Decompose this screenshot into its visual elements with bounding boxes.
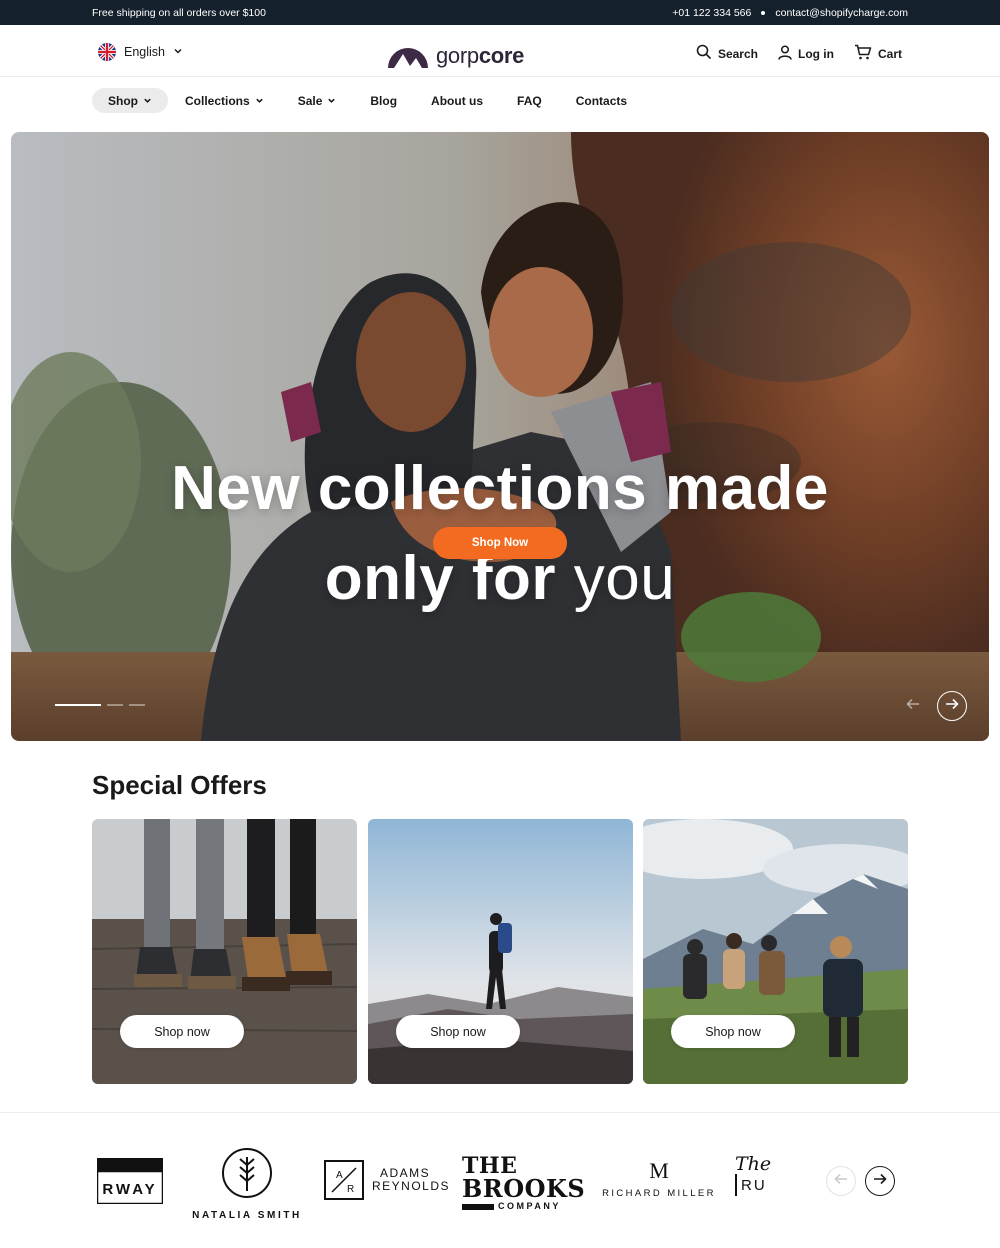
nav-item-label: Sale	[297, 93, 323, 108]
login-button[interactable]: Log in	[778, 44, 834, 63]
offer-card-hiker[interactable]: Shop now	[368, 819, 633, 1084]
brand-monogram: M	[649, 1158, 669, 1183]
contact-info: +01 122 334 566 contact@shopifycharge.co…	[672, 7, 908, 19]
brand-name-line: RU	[741, 1176, 767, 1194]
slide-indicator-1[interactable]	[55, 704, 101, 706]
uk-flag-icon	[98, 43, 116, 61]
nav-item-blog[interactable]: Blog	[353, 88, 414, 113]
brand-name-line: The	[735, 1154, 772, 1175]
language-selector[interactable]: English	[98, 43, 183, 61]
slide-indicator-2[interactable]	[107, 704, 123, 706]
nav-item-label: About us	[431, 93, 484, 108]
brand-logo-the-ru[interactable]: The RU	[735, 1154, 779, 1196]
email-link[interactable]: contact@shopifycharge.com	[775, 7, 908, 19]
offer-card-boots[interactable]: Shop now	[92, 819, 357, 1084]
arrow-right-icon	[945, 697, 959, 715]
separator-dot	[761, 11, 766, 15]
phone-link[interactable]: +01 122 334 566	[672, 7, 751, 19]
main-nav: Shop Collections Sale Blog About us FAQ …	[92, 88, 644, 113]
nav-item-label: Collections	[185, 93, 250, 108]
brands-prev-arrow[interactable]	[826, 1166, 856, 1196]
nav-item-shop[interactable]: Shop	[92, 88, 168, 113]
language-label: English	[124, 45, 165, 59]
brand-logo-richard-miller[interactable]: M RICHARD MILLER	[599, 1158, 719, 1199]
shop-now-button[interactable]: Shop now	[671, 1015, 795, 1048]
chevron-down-icon	[173, 45, 183, 59]
special-offers-title: Special Offers	[92, 770, 267, 800]
slide-indicators	[55, 704, 145, 706]
offer-card-group[interactable]: Shop now	[643, 819, 908, 1084]
nav-item-collections[interactable]: Collections	[168, 88, 281, 113]
login-label: Log in	[797, 46, 834, 61]
monogram-icon: A R	[324, 1160, 364, 1200]
nav-item-label: Blog	[370, 93, 398, 108]
svg-text:RWAY: RWAY	[102, 1181, 157, 1198]
hero-line-2-thin: you	[573, 544, 676, 613]
section-divider	[0, 1112, 1000, 1113]
brand-logo-rway[interactable]: RWAY	[95, 1158, 165, 1209]
nav-item-sale[interactable]: Sale	[281, 88, 354, 113]
search-label: Search	[717, 46, 758, 61]
cart-button[interactable]: Cart	[854, 44, 902, 63]
nav-item-about[interactable]: About us	[414, 88, 500, 113]
hero-image	[11, 132, 989, 741]
chevron-down-icon	[143, 94, 152, 108]
brand-bar	[735, 1174, 737, 1196]
brand-name-line: COMPANY	[498, 1201, 561, 1211]
brands-next-arrow[interactable]	[865, 1166, 895, 1196]
site-header: English gorpcore Search Log in Cart	[0, 25, 1000, 77]
search-button[interactable]: Search	[696, 44, 758, 63]
brand-name-line: BROOKS	[462, 1174, 586, 1203]
shipping-notice: Free shipping on all orders over $100	[92, 7, 266, 19]
brand-name: NATALIA SMITH	[192, 1210, 302, 1221]
mountain-logo-icon	[386, 38, 430, 73]
nav-item-label: FAQ	[517, 93, 542, 108]
nav-item-label: Shop	[108, 93, 138, 108]
cart-icon	[854, 44, 872, 63]
arrow-left-icon	[906, 697, 920, 715]
shop-now-button[interactable]: Shop now	[120, 1015, 244, 1048]
header-actions: Search Log in Cart	[696, 44, 902, 63]
arrow-left-icon	[834, 1172, 848, 1190]
nav-item-faq[interactable]: FAQ	[500, 88, 559, 113]
chevron-down-icon	[327, 94, 336, 108]
logo-text: gorpcore	[436, 42, 525, 68]
cart-label: Cart	[877, 46, 902, 61]
brand-name: RICHARD MILLER	[602, 1188, 716, 1199]
nav-item-contacts[interactable]: Contacts	[559, 88, 644, 113]
svg-text:A: A	[336, 1170, 343, 1181]
search-icon	[696, 44, 712, 63]
hero-line-1: New collections made	[171, 454, 829, 523]
brand-logo[interactable]: gorpcore	[386, 38, 524, 73]
chevron-down-icon	[255, 94, 264, 108]
brand-name-line: REYNOLDS	[372, 1179, 451, 1193]
shop-now-button[interactable]: Shop Now	[433, 527, 567, 559]
brand-logo-adams-reynolds[interactable]: A R ADAMS REYNOLDS	[324, 1160, 450, 1200]
brand-logo-natalia-smith[interactable]: NATALIA SMITH	[189, 1147, 305, 1221]
hero-banner: New collections made only for you Shop N…	[11, 132, 989, 741]
svg-text:R: R	[347, 1184, 354, 1195]
brand-bar	[462, 1203, 494, 1210]
brand-name: ADAMS REYNOLDS	[372, 1167, 450, 1193]
slide-indicator-3[interactable]	[129, 704, 145, 706]
hero-next-arrow[interactable]	[937, 691, 967, 721]
arrow-right-icon	[873, 1172, 887, 1190]
user-icon	[778, 44, 792, 63]
nav-item-label: Contacts	[575, 93, 628, 108]
shop-now-button[interactable]: Shop now	[396, 1015, 520, 1048]
wheat-icon	[222, 1148, 272, 1198]
announcement-bar: Free shipping on all orders over $100 +0…	[0, 0, 1000, 25]
brand-logo-the-brooks[interactable]: THE BROOKS COMPANY	[462, 1155, 586, 1211]
hero-prev-arrow[interactable]	[898, 691, 928, 721]
